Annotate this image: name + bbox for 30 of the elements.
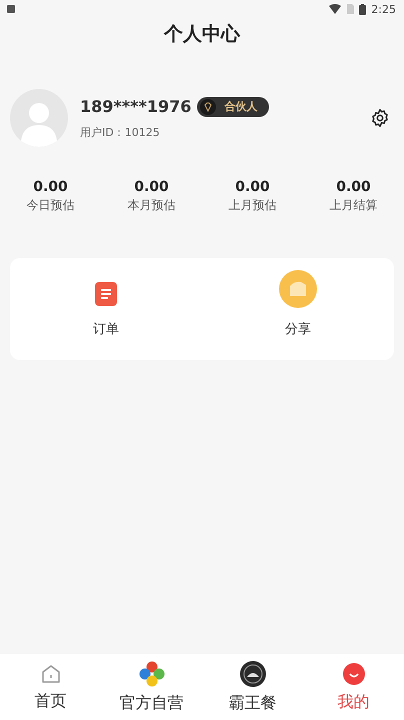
stat-label: 本月预估 (128, 197, 176, 214)
partner-badge: 合伙人 (197, 96, 270, 116)
smile-icon (342, 662, 366, 686)
action-label[interactable]: 订单 (93, 320, 119, 338)
clover-icon (138, 660, 164, 686)
battery-icon (359, 4, 366, 14)
stat-label: 上月结算 (330, 197, 378, 214)
sim-icon (346, 4, 354, 14)
tab[interactable]: 我的 (303, 654, 404, 720)
page-title: 个人中心 (164, 22, 240, 47)
stat-value: 0.00 (33, 179, 68, 195)
home-icon (40, 662, 62, 684)
stat-label: 今日预估 (26, 197, 74, 214)
wifi-icon (329, 4, 342, 14)
tab[interactable]: 霸王餐 (202, 654, 303, 720)
stat-label: 上月预估 (228, 197, 276, 214)
action-label[interactable]: 分享 (285, 320, 311, 338)
stat-value: 0.00 (235, 179, 270, 195)
settings-icon[interactable] (370, 108, 390, 128)
phone-number: 189****1976 (80, 97, 192, 116)
document-icon[interactable] (95, 282, 117, 308)
tab[interactable]: 官方自营 (101, 654, 202, 720)
status-time: 2:25 (371, 2, 396, 16)
user-id: 用户ID：10125 (80, 124, 161, 140)
emblem-icon (240, 660, 266, 686)
notification-icon (6, 4, 16, 14)
stat-value: 0.00 (134, 179, 169, 195)
stat-value: 0.00 (336, 179, 371, 195)
avatar-icon (10, 89, 68, 147)
tab[interactable]: 首页 (0, 654, 101, 720)
